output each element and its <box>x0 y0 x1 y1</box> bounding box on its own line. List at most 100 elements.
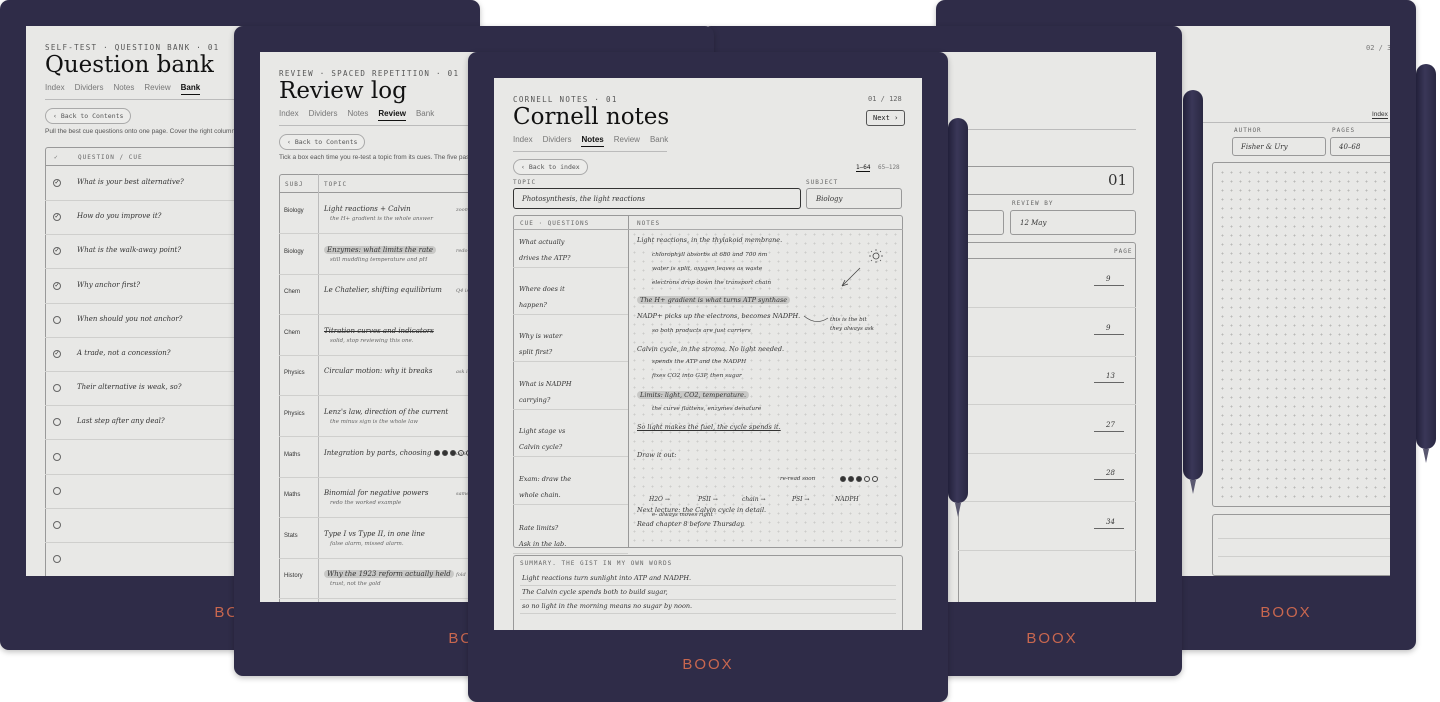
row-line <box>958 355 1136 357</box>
question-text: What is the walk-away point? <box>77 246 182 255</box>
row-subject: History <box>284 573 303 580</box>
page-value: 9 <box>1106 275 1111 283</box>
back-button[interactable]: ‹ Back to index <box>513 159 588 175</box>
confidence-dots[interactable] <box>840 476 878 482</box>
page-value: 28 <box>1106 469 1115 478</box>
cue-line <box>513 361 628 362</box>
row-checkbox[interactable]: ✓ <box>53 179 61 187</box>
row-checkbox[interactable]: ✓ <box>53 350 61 358</box>
page-kicker: SELF-TEST · QUESTION BANK · 01 <box>45 43 220 52</box>
topic-value: Photosynthesis, the light reactions <box>522 195 645 203</box>
brand-logo: BOOX <box>682 656 734 673</box>
curve-arrow <box>803 315 829 322</box>
author-label: AUTHOR <box>1234 127 1262 134</box>
page-underline <box>1094 528 1124 529</box>
tab-dividers[interactable]: Dividers <box>75 83 104 95</box>
row-subject: Physics <box>284 411 305 417</box>
tab-index[interactable]: Index <box>513 135 533 147</box>
dot-filled <box>840 476 846 482</box>
note-line: Calvin cycle, in the stroma. No light ne… <box>637 345 785 353</box>
row-subject: Biology <box>284 208 304 214</box>
row-line <box>958 452 1136 454</box>
cue-text: split first? <box>519 348 553 356</box>
page-value: 9 <box>1106 323 1111 332</box>
stylus-pen <box>948 118 968 517</box>
row-checkbox[interactable] <box>53 521 61 529</box>
row-topic: Le Chatelier, shifting equilibrium <box>324 286 442 295</box>
row-checkbox[interactable] <box>53 315 61 324</box>
tab-dividers[interactable]: Dividers <box>309 109 338 121</box>
back-button[interactable]: ‹ Back to Contents <box>279 134 366 150</box>
summary-line: The Calvin cycle spends both to build su… <box>522 588 668 596</box>
tab-index[interactable]: Index <box>279 109 299 121</box>
row-checkbox[interactable] <box>53 452 61 461</box>
row-side-note: fold <box>456 572 466 579</box>
tab-notes[interactable]: Notes <box>581 135 604 147</box>
review-by-label: REVIEW BY <box>1012 200 1054 207</box>
note-line: chlorophyll absorbs at 680 and 700 nm <box>652 252 768 258</box>
page-underline <box>1094 430 1124 432</box>
dot-grid <box>1218 168 1390 502</box>
cue-text: Light stage vs <box>519 427 566 435</box>
cue-text: carrying? <box>519 396 551 404</box>
subject-value: Biology <box>816 195 843 203</box>
tab-bank[interactable]: Bank <box>650 135 668 147</box>
tab-notes[interactable]: Notes <box>113 83 134 95</box>
next-button[interactable]: Next › <box>866 110 906 126</box>
cue-text: What actually <box>519 238 565 246</box>
summary-panel <box>1212 514 1390 576</box>
page-number: 01 <box>1108 171 1128 189</box>
ereader-screen: CORNELL NOTES · 01 01 / 128 Cornell note… <box>494 78 922 630</box>
page-underline <box>1094 333 1124 335</box>
ereader-device-front: CORNELL NOTES · 01 01 / 128 Cornell note… <box>468 52 948 702</box>
row-subject: Biology <box>284 248 304 255</box>
topic-label: TOPIC <box>513 179 537 186</box>
tab-index[interactable]: Index <box>45 83 65 95</box>
page-kicker: CORNELL NOTES · 01 <box>513 95 618 104</box>
range-active[interactable]: 1–64 <box>856 164 871 172</box>
confidence-dots[interactable] <box>434 450 472 456</box>
chain-step: NADPH <box>835 496 859 503</box>
note-line: spends the ATP and the NADPH <box>652 359 747 365</box>
range-other[interactable]: 65–128 <box>878 164 900 171</box>
row-subject: Maths <box>284 451 301 458</box>
tab-dividers[interactable]: Dividers <box>543 135 572 147</box>
question-text: Last step after any deal? <box>77 417 165 426</box>
stylus-pen <box>1183 90 1203 494</box>
tab-review[interactable]: Review <box>614 135 640 147</box>
row-checkbox[interactable]: ✓ <box>53 281 61 290</box>
dot-empty <box>458 450 464 456</box>
cue-text: Where does it <box>519 285 565 293</box>
row-topic: Integration by parts, choosing u <box>324 448 439 457</box>
pages-label: PAGES <box>1332 127 1356 134</box>
cue-text: Ask in the lab. <box>519 540 567 548</box>
brand-logo: BOOX <box>1260 604 1312 621</box>
tab-notes[interactable]: Notes <box>347 109 368 121</box>
row-subject: Chem <box>284 289 301 296</box>
tab-review[interactable]: Review <box>144 83 170 95</box>
summary-line: Light reactions turn sunlight into ATP a… <box>522 574 692 582</box>
page-value: 27 <box>1106 420 1115 429</box>
note-line: Limits: light, CO2, temperature. <box>637 391 750 399</box>
row-checkbox[interactable] <box>53 486 61 495</box>
back-button[interactable]: ‹ Back to Contents <box>45 108 132 124</box>
tab-bank[interactable]: Bank <box>180 83 201 95</box>
row-subnote: the minus sign is the whole law <box>330 419 418 425</box>
tab-review[interactable]: Review <box>378 109 406 121</box>
cue-line <box>513 553 628 554</box>
note-line: The H+ gradient is what turns ATP syntha… <box>637 296 791 304</box>
tab-bar: Index Dividers Notes Review Bank <box>513 135 668 147</box>
note-line: Light reactions, in the thylakoid membra… <box>637 236 783 244</box>
col-topic: TOPIC <box>324 181 348 188</box>
col-question: QUESTION / CUE <box>78 154 143 161</box>
arrow-stroke <box>841 267 861 287</box>
tab-index[interactable]: Index <box>1372 111 1388 119</box>
tab-bank[interactable]: Bank <box>416 109 434 121</box>
page-title: Cornell notes <box>513 104 670 130</box>
cue-text: Rate limits? <box>519 524 559 532</box>
summary-rule <box>520 613 896 614</box>
dot-filled <box>856 476 862 482</box>
dot-filled <box>434 450 440 456</box>
cue-line <box>513 409 628 410</box>
chain-step: PSI → <box>792 496 810 503</box>
